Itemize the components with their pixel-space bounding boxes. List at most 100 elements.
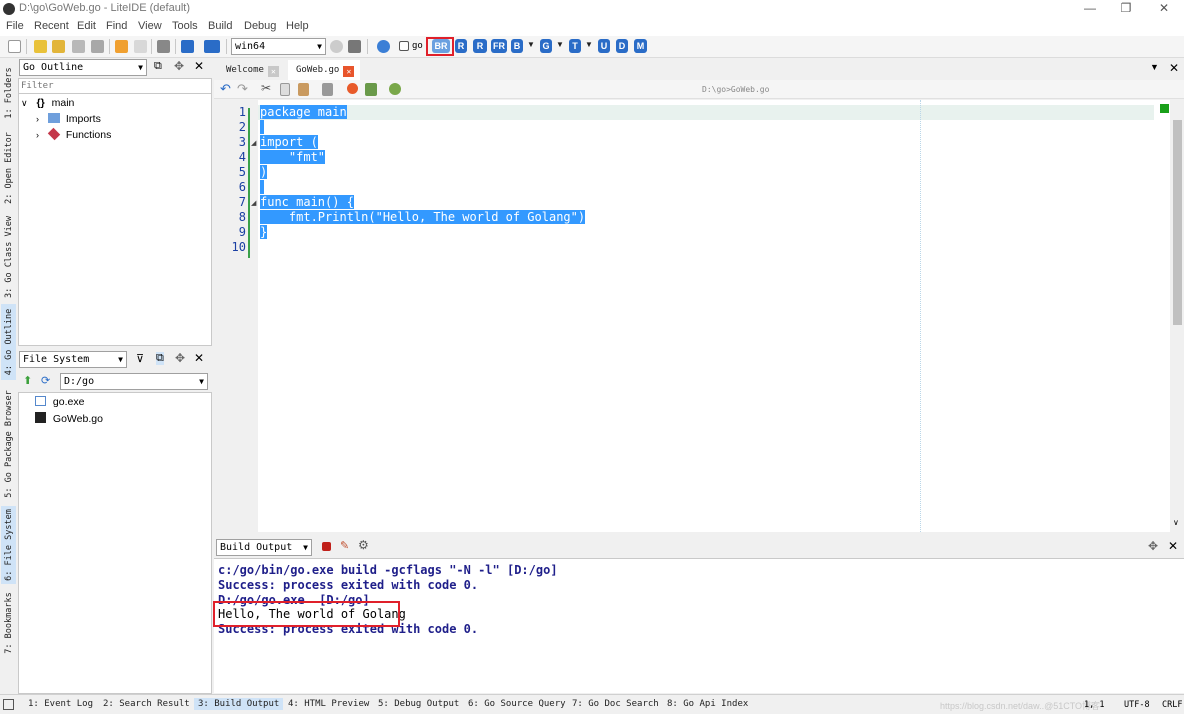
- environment-select[interactable]: win64 ▼: [231, 38, 326, 55]
- move-icon[interactable]: ✥: [174, 59, 184, 73]
- close-panel-icon[interactable]: ✕: [194, 59, 204, 73]
- menu-recent[interactable]: Recent: [34, 20, 69, 32]
- tab-go-class-view[interactable]: 3: Go Class View: [1, 212, 16, 302]
- menu-find[interactable]: Find: [106, 20, 127, 32]
- refresh-env-icon[interactable]: [330, 40, 343, 53]
- gear-icon[interactable]: ⚙: [358, 538, 369, 552]
- tree-item-main[interactable]: ∨ {} main: [21, 97, 74, 109]
- move-icon[interactable]: ✥: [175, 351, 185, 365]
- menu-edit[interactable]: Edit: [77, 20, 96, 32]
- tab-event-log[interactable]: 1: Event Log: [24, 698, 97, 710]
- save-all-icon[interactable]: [91, 40, 104, 53]
- go-fmt-icon[interactable]: [389, 83, 401, 95]
- tab-html-preview[interactable]: 4: HTML Preview: [284, 698, 373, 710]
- tab-go-doc-search[interactable]: 7: Go Doc Search: [568, 698, 663, 710]
- new-file-icon[interactable]: [8, 40, 21, 53]
- build-button[interactable]: B: [511, 39, 523, 53]
- breakpoint-icon[interactable]: [347, 83, 358, 94]
- run-button[interactable]: R: [455, 39, 467, 53]
- float-icon[interactable]: ⧉: [156, 352, 164, 365]
- chevron-down-icon[interactable]: ∨: [21, 98, 28, 108]
- minimize-button[interactable]: —: [1072, 0, 1108, 18]
- menu-debug[interactable]: Debug: [244, 20, 276, 32]
- build-output-panel[interactable]: c:/go/bin/go.exe build -gcflags "-N -l" …: [213, 558, 1184, 693]
- up-arrow-icon[interactable]: ⬆: [23, 374, 32, 387]
- tab-goweb-go[interactable]: GoWeb.go ✕: [288, 60, 361, 80]
- env-edit-icon[interactable]: [348, 40, 361, 53]
- back-icon[interactable]: [115, 40, 128, 53]
- tree-item-imports[interactable]: › Imports: [36, 113, 101, 125]
- tab-go-api-index[interactable]: 8: Go Api Index: [663, 698, 752, 710]
- make-button[interactable]: M: [634, 39, 647, 53]
- save-icon[interactable]: [72, 40, 85, 53]
- tools-icon[interactable]: [157, 40, 170, 53]
- open-folder-icon[interactable]: [52, 40, 65, 53]
- tab-build-output[interactable]: 3: Build Output: [194, 698, 284, 710]
- close-tab-icon[interactable]: ✕: [343, 66, 355, 77]
- get-button[interactable]: G: [540, 39, 552, 53]
- go-checkbox[interactable]: [399, 41, 409, 51]
- open-file-icon[interactable]: [34, 40, 47, 53]
- fold-marker-icon[interactable]: ◢: [251, 199, 256, 207]
- tab-welcome[interactable]: Welcome ✕: [218, 60, 285, 80]
- fold-marker-icon[interactable]: ◢: [251, 139, 256, 147]
- tab-bookmarks[interactable]: 7: Bookmarks: [1, 588, 16, 658]
- code-editor[interactable]: 1 2 3 4 5 6 7 8 9 10 ◢ ◢ package main im…: [214, 100, 1184, 532]
- close-button[interactable]: ✕: [1146, 0, 1182, 18]
- clear-output-icon[interactable]: ✎: [340, 539, 349, 552]
- debug-button[interactable]: D: [616, 39, 628, 53]
- sync-icon[interactable]: ⟳: [41, 374, 50, 387]
- file-item-go-exe[interactable]: go.exe: [35, 396, 84, 408]
- tab-list-icon[interactable]: ▼: [1150, 62, 1159, 72]
- package-icon[interactable]: [181, 40, 194, 53]
- toggle-panels-icon[interactable]: [3, 699, 14, 710]
- menu-tools[interactable]: Tools: [172, 20, 198, 32]
- gopath-icon[interactable]: [204, 40, 220, 53]
- forward-icon[interactable]: [134, 40, 147, 53]
- filesystem-view-select[interactable]: File System ▼: [19, 351, 127, 368]
- tab-file-system[interactable]: 6: File System: [1, 506, 16, 584]
- undo-icon[interactable]: ↶: [220, 81, 231, 97]
- scroll-down-icon[interactable]: ∨: [1173, 518, 1179, 527]
- test-dropdown-icon[interactable]: ▼: [585, 40, 593, 49]
- tab-debug-output[interactable]: 5: Debug Output: [374, 698, 463, 710]
- copy-icon[interactable]: [280, 83, 290, 96]
- tab-search-result[interactable]: 2: Search Result: [99, 698, 194, 710]
- stop-icon[interactable]: [322, 542, 331, 551]
- run-term-button[interactable]: R: [473, 39, 487, 53]
- filesystem-path-select[interactable]: D:/go ▼: [60, 373, 208, 390]
- close-tab-icon[interactable]: ✕: [267, 66, 279, 77]
- paste-icon[interactable]: [298, 83, 309, 96]
- update-button[interactable]: U: [598, 39, 610, 53]
- tree-item-functions[interactable]: › Functions: [36, 127, 111, 141]
- outline-filter-input[interactable]: [19, 79, 211, 94]
- test-button[interactable]: T: [569, 39, 581, 53]
- file-item-goweb-go[interactable]: GoWeb.go: [35, 412, 103, 425]
- close-panel-icon[interactable]: ✕: [194, 351, 204, 365]
- restore-button[interactable]: ❐: [1108, 0, 1144, 18]
- tab-go-source-query[interactable]: 6: Go Source Query: [464, 698, 570, 710]
- cut-icon[interactable]: ✂: [261, 81, 271, 95]
- tab-folders[interactable]: 1: Folders: [1, 62, 16, 124]
- tab-go-package-browser[interactable]: 5: Go Package Browser: [1, 384, 16, 504]
- tab-open-editor[interactable]: 2: Open Editor: [1, 128, 16, 208]
- menu-file[interactable]: File: [6, 20, 24, 32]
- menu-view[interactable]: View: [138, 20, 162, 32]
- output-view-select[interactable]: Build Output ▼: [216, 539, 312, 556]
- filter-icon[interactable]: ⊽: [136, 352, 144, 365]
- gear-icon[interactable]: [377, 40, 390, 53]
- close-editor-icon[interactable]: ✕: [1169, 61, 1179, 75]
- close-panel-icon[interactable]: ✕: [1168, 539, 1178, 553]
- scrollbar-thumb[interactable]: [1173, 120, 1182, 325]
- get-dropdown-icon[interactable]: ▼: [556, 40, 564, 49]
- redo-icon[interactable]: ↷: [237, 81, 248, 97]
- menu-help[interactable]: Help: [286, 20, 309, 32]
- tab-go-outline[interactable]: 4: Go Outline: [1, 304, 16, 380]
- chevron-right-icon[interactable]: ›: [36, 130, 39, 140]
- lock-icon[interactable]: [322, 83, 333, 96]
- outline-view-select[interactable]: Go Outline ▼: [19, 59, 147, 76]
- build-dropdown-icon[interactable]: ▼: [527, 40, 535, 49]
- run-to-line-icon[interactable]: [365, 83, 377, 96]
- float-icon[interactable]: ⧉: [154, 60, 162, 73]
- file-run-button[interactable]: FR: [491, 39, 507, 53]
